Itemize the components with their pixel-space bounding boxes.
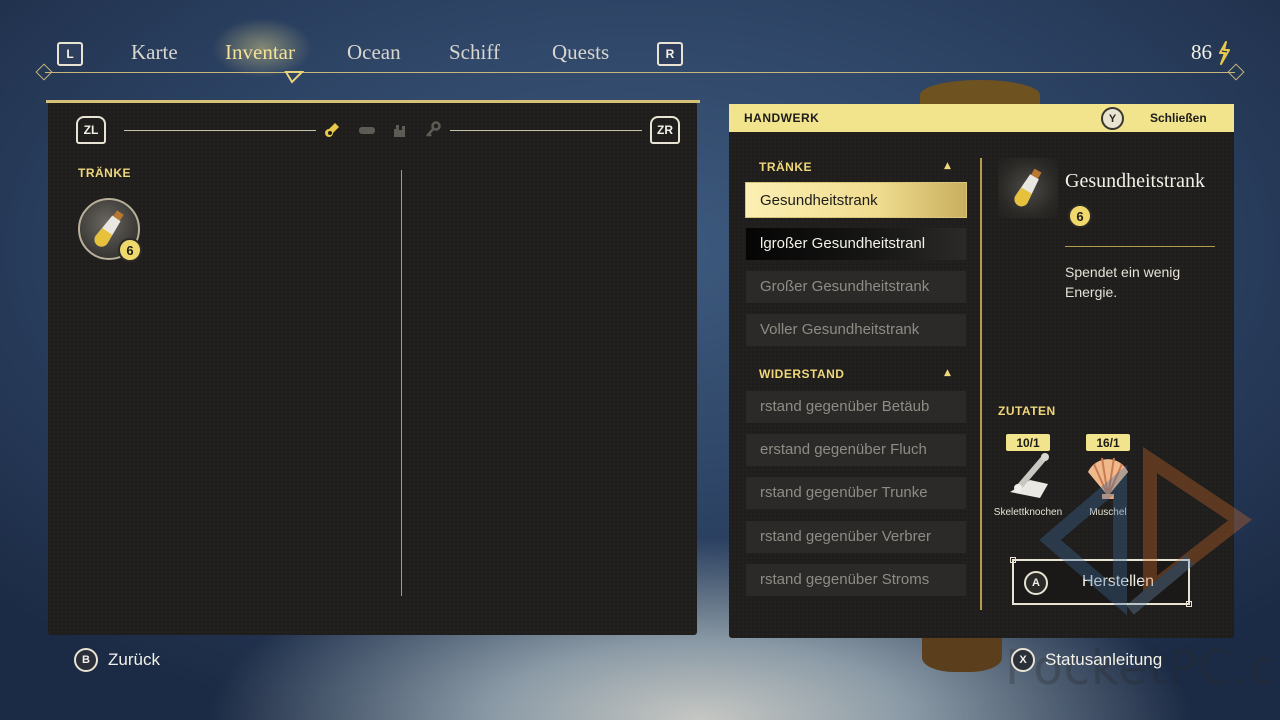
item-count-badge: 6	[118, 238, 142, 262]
ingredients-title: ZUTATEN	[998, 404, 1056, 418]
zl-trigger-button[interactable]: ZL	[76, 116, 106, 144]
inventory-section-title: TRÄNKE	[78, 166, 131, 180]
inventory-column-divider	[401, 170, 402, 596]
recipe-detail-divider	[980, 158, 982, 610]
key-filter-icon[interactable]	[424, 121, 442, 139]
top-navigation: L Karte Inventar Ocean Schiff Quests R 8…	[0, 0, 1280, 90]
status-guide-label: Statusanleitung	[1045, 650, 1163, 669]
button-corner-ornament	[1010, 557, 1016, 563]
recipe-item[interactable]: Gesundheitstrank	[745, 182, 967, 218]
tab-karte[interactable]: Karte	[131, 40, 178, 65]
potion-filter-icon[interactable]	[324, 121, 342, 139]
nav-line-ornament-right	[1227, 63, 1245, 81]
log-filter-icon[interactable]	[358, 121, 376, 139]
zr-trigger-button[interactable]: ZR	[650, 116, 680, 144]
filter-line-left	[124, 130, 316, 131]
lightning-currency-icon	[1219, 40, 1230, 65]
tab-inventar[interactable]: Inventar	[225, 40, 295, 65]
back-hint[interactable]: B Zurück	[74, 648, 160, 672]
category-title-potions: TRÄNKE	[759, 160, 812, 174]
inventory-panel	[48, 102, 697, 635]
detail-count-badge: 6	[1068, 204, 1092, 228]
recipe-item[interactable]: lgroßer Gesundheitstranl	[746, 228, 966, 260]
recipe-item[interactable]: rstand gegenüber Stroms	[746, 564, 966, 596]
back-label: Zurück	[108, 650, 160, 669]
category-title-resistance: WIDERSTAND	[759, 367, 845, 381]
detail-description: Spendet ein wenig Energie.	[1065, 264, 1181, 300]
watermark-logo	[1040, 446, 1252, 616]
recipe-item[interactable]: Großer Gesundheitstrank	[746, 271, 966, 303]
inventory-panel-top-border	[46, 100, 700, 103]
recipe-item[interactable]: rstand gegenüber Betäub	[746, 391, 966, 423]
detail-divider	[1065, 246, 1215, 247]
tab-schiff[interactable]: Schiff	[449, 40, 500, 65]
tab-quests[interactable]: Quests	[552, 40, 609, 65]
y-button-icon[interactable]: Y	[1101, 107, 1124, 130]
currency-amount: 86	[1191, 40, 1212, 64]
l-shoulder-button[interactable]: L	[57, 42, 83, 66]
detail-item-name: Gesundheitstrank	[1065, 170, 1205, 192]
background-creature-foot	[922, 636, 1002, 672]
filter-line-right	[450, 130, 642, 131]
tab-ocean[interactable]: Ocean	[347, 40, 401, 65]
nav-line-ornament-left	[35, 63, 53, 81]
r-shoulder-button[interactable]: R	[657, 42, 683, 66]
glove-filter-icon[interactable]	[391, 121, 409, 139]
active-tab-pointer-icon	[284, 71, 304, 84]
recipe-item[interactable]: rstand gegenüber Trunke	[746, 477, 966, 509]
crafting-title: HANDWERK	[744, 111, 820, 125]
recipe-item[interactable]: rstand gegenüber Verbrer	[746, 521, 966, 553]
x-button-icon: X	[1011, 648, 1035, 672]
collapse-arrow-icon[interactable]: ▲	[944, 161, 951, 171]
potion-icon	[1014, 168, 1042, 207]
close-button[interactable]: Schließen	[1150, 111, 1207, 125]
status-guide-hint[interactable]: X Statusanleitung	[1011, 648, 1162, 672]
b-button-icon: B	[74, 648, 98, 672]
currency-display: 86	[1191, 40, 1232, 65]
detail-item-image	[998, 158, 1058, 218]
recipe-item[interactable]: Voller Gesundheitstrank	[746, 314, 966, 346]
recipe-item[interactable]: erstand gegenüber Fluch	[746, 434, 966, 466]
collapse-arrow-icon[interactable]: ▲	[944, 368, 951, 378]
